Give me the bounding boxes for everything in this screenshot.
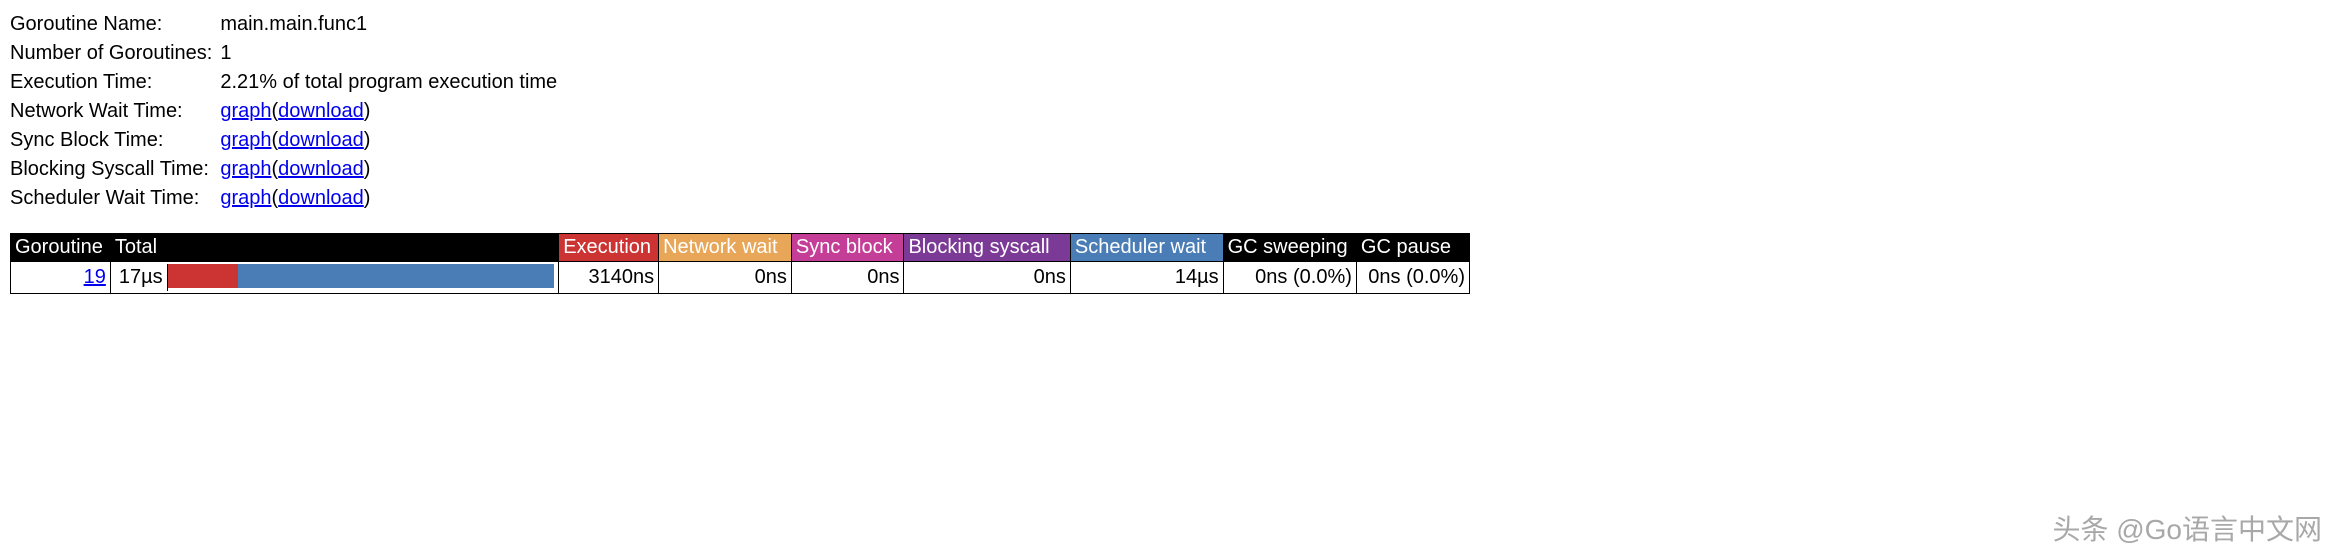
value-network-wait: graph(download) — [220, 97, 557, 126]
sync-graph-link[interactable]: graph — [220, 129, 271, 151]
cell-gcsweep: 0ns (0.0%) — [1223, 262, 1356, 294]
bar-scheduler — [238, 264, 554, 288]
cell-blocking: 0ns — [904, 262, 1070, 294]
cell-total: 17µs — [110, 262, 558, 294]
network-graph-link[interactable]: graph — [220, 100, 271, 122]
header-execution: Execution — [559, 234, 659, 262]
blocking-graph-link[interactable]: graph — [220, 158, 271, 180]
header-total: Total — [110, 234, 558, 262]
label-sync-block: Sync Block Time: — [10, 126, 220, 155]
value-goroutine-name: main.main.func1 — [220, 10, 557, 39]
goroutine-id-link[interactable]: 19 — [84, 266, 106, 288]
value-sync-block: graph(download) — [220, 126, 557, 155]
header-gcsweep: GC sweeping — [1223, 234, 1356, 262]
header-sync: Sync block — [791, 234, 904, 262]
value-num-goroutines: 1 — [220, 39, 557, 68]
blocking-download-link[interactable]: download — [278, 158, 364, 180]
header-goroutine: Goroutine — [11, 234, 111, 262]
label-blocking-syscall: Blocking Syscall Time: — [10, 155, 220, 184]
cell-sync: 0ns — [791, 262, 904, 294]
watermark: 头条 @Go语言中文网 — [2052, 508, 2322, 548]
table-row: 19 17µs 3140ns 0ns 0ns 0ns 14µs 0ns (0.0… — [11, 262, 1470, 294]
label-scheduler-wait: Scheduler Wait Time: — [10, 184, 220, 213]
scheduler-download-link[interactable]: download — [278, 187, 364, 209]
value-execution-time: 2.21% of total program execution time — [220, 68, 557, 97]
label-execution-time: Execution Time: — [10, 68, 220, 97]
label-network-wait: Network Wait Time: — [10, 97, 220, 126]
value-scheduler-wait: graph(download) — [220, 184, 557, 213]
cell-gcpause: 0ns (0.0%) — [1356, 262, 1469, 294]
cell-scheduler: 14µs — [1070, 262, 1223, 294]
header-network: Network wait — [659, 234, 792, 262]
header-scheduler: Scheduler wait — [1070, 234, 1223, 262]
header-blocking: Blocking syscall — [904, 234, 1070, 262]
label-num-goroutines: Number of Goroutines: — [10, 39, 220, 68]
value-blocking-syscall: graph(download) — [220, 155, 557, 184]
cell-execution: 3140ns — [559, 262, 659, 294]
cell-network: 0ns — [659, 262, 792, 294]
time-breakdown-bar — [168, 264, 555, 288]
scheduler-graph-link[interactable]: graph — [220, 187, 271, 209]
total-time-value: 17µs — [115, 264, 168, 291]
goroutine-info-table: Goroutine Name: main.main.func1 Number o… — [10, 10, 557, 213]
cell-goroutine-id: 19 — [11, 262, 111, 294]
goroutine-data-table: Goroutine Total Execution Network wait S… — [10, 233, 1470, 294]
bar-execution — [168, 264, 239, 288]
header-gcpause: GC pause — [1356, 234, 1469, 262]
table-header-row: Goroutine Total Execution Network wait S… — [11, 234, 1470, 262]
sync-download-link[interactable]: download — [278, 129, 364, 151]
label-goroutine-name: Goroutine Name: — [10, 10, 220, 39]
network-download-link[interactable]: download — [278, 100, 364, 122]
